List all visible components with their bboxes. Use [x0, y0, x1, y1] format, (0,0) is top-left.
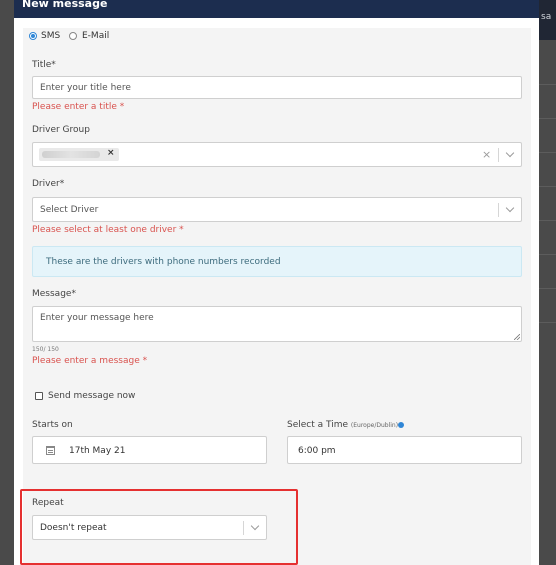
calendar-icon — [46, 446, 55, 455]
driver-placeholder: Select Driver — [40, 205, 99, 215]
starts-on-datepicker[interactable]: 17th May 21 — [32, 436, 267, 464]
clear-icon[interactable]: × — [482, 148, 491, 161]
driver-error: Please select at least one driver * — [32, 225, 184, 235]
modal-body: SMS E-Mail Title* Enter your title here … — [23, 28, 531, 565]
backdrop-right-edge — [539, 0, 556, 565]
repeat-highlight-box — [20, 489, 298, 565]
backdrop-divider — [539, 254, 556, 255]
help-icon[interactable] — [398, 421, 405, 428]
select-separator — [498, 148, 499, 162]
new-message-modal: New message ⌃ SMS E-Mail Title* Enter yo… — [14, 0, 539, 565]
starts-on-label: Starts on — [32, 420, 73, 430]
title-input[interactable]: Enter your title here — [32, 76, 522, 99]
send-now-checkbox[interactable] — [35, 392, 43, 400]
message-error: Please enter a message * — [32, 356, 148, 366]
message-placeholder: Enter your message here — [40, 313, 154, 323]
title-error: Please enter a title * — [32, 102, 125, 112]
modal-header: New message ⌃ — [14, 0, 539, 18]
driver-group-select[interactable]: × × — [32, 142, 522, 167]
backdrop-divider — [539, 84, 556, 85]
backdrop-divider — [539, 322, 556, 323]
backdrop-edge-text: sa — [541, 12, 552, 22]
message-label: Message* — [32, 289, 76, 299]
time-picker[interactable]: 6:00 pm — [287, 436, 522, 464]
title-label: Title* — [32, 60, 56, 70]
title-placeholder: Enter your title here — [40, 83, 131, 93]
starts-on-value: 17th May 21 — [69, 446, 126, 456]
driver-select[interactable]: Select Driver — [32, 197, 522, 222]
backdrop-divider — [539, 152, 556, 153]
sms-radio-label[interactable]: SMS — [41, 31, 60, 41]
redacted-tag-text — [42, 151, 100, 158]
message-textarea[interactable]: Enter your message here — [32, 306, 522, 342]
modal-title: New message — [22, 0, 108, 10]
backdrop-left-edge — [0, 0, 14, 565]
select-separator — [498, 203, 499, 217]
info-alert: These are the drivers with phone numbers… — [32, 246, 522, 277]
time-value: 6:00 pm — [298, 446, 336, 456]
resize-grip-icon[interactable] — [514, 334, 520, 340]
chevron-up-icon[interactable]: ⌃ — [523, 0, 531, 7]
chevron-down-icon[interactable] — [505, 148, 515, 158]
message-char-counter: 150/ 150 — [32, 346, 59, 353]
info-alert-text: These are the drivers with phone numbers… — [46, 257, 281, 267]
driver-group-label: Driver Group — [32, 125, 90, 135]
time-label: Select a Time (Europe/Dublin) — [287, 420, 405, 430]
sms-radio[interactable] — [29, 32, 37, 40]
backdrop-divider — [539, 220, 556, 221]
backdrop-divider — [539, 186, 556, 187]
time-label-text: Select a Time — [287, 420, 349, 430]
send-now-label[interactable]: Send message now — [48, 391, 135, 401]
email-radio-label[interactable]: E-Mail — [82, 31, 109, 41]
driver-label: Driver* — [32, 179, 65, 189]
chevron-down-icon[interactable] — [505, 203, 515, 213]
email-radio[interactable] — [69, 32, 77, 40]
backdrop-divider — [539, 118, 556, 119]
timezone-label: (Europe/Dublin) — [350, 422, 399, 429]
driver-group-tag: × — [39, 148, 119, 161]
tag-remove-icon[interactable]: × — [107, 148, 115, 158]
backdrop-divider — [539, 288, 556, 289]
